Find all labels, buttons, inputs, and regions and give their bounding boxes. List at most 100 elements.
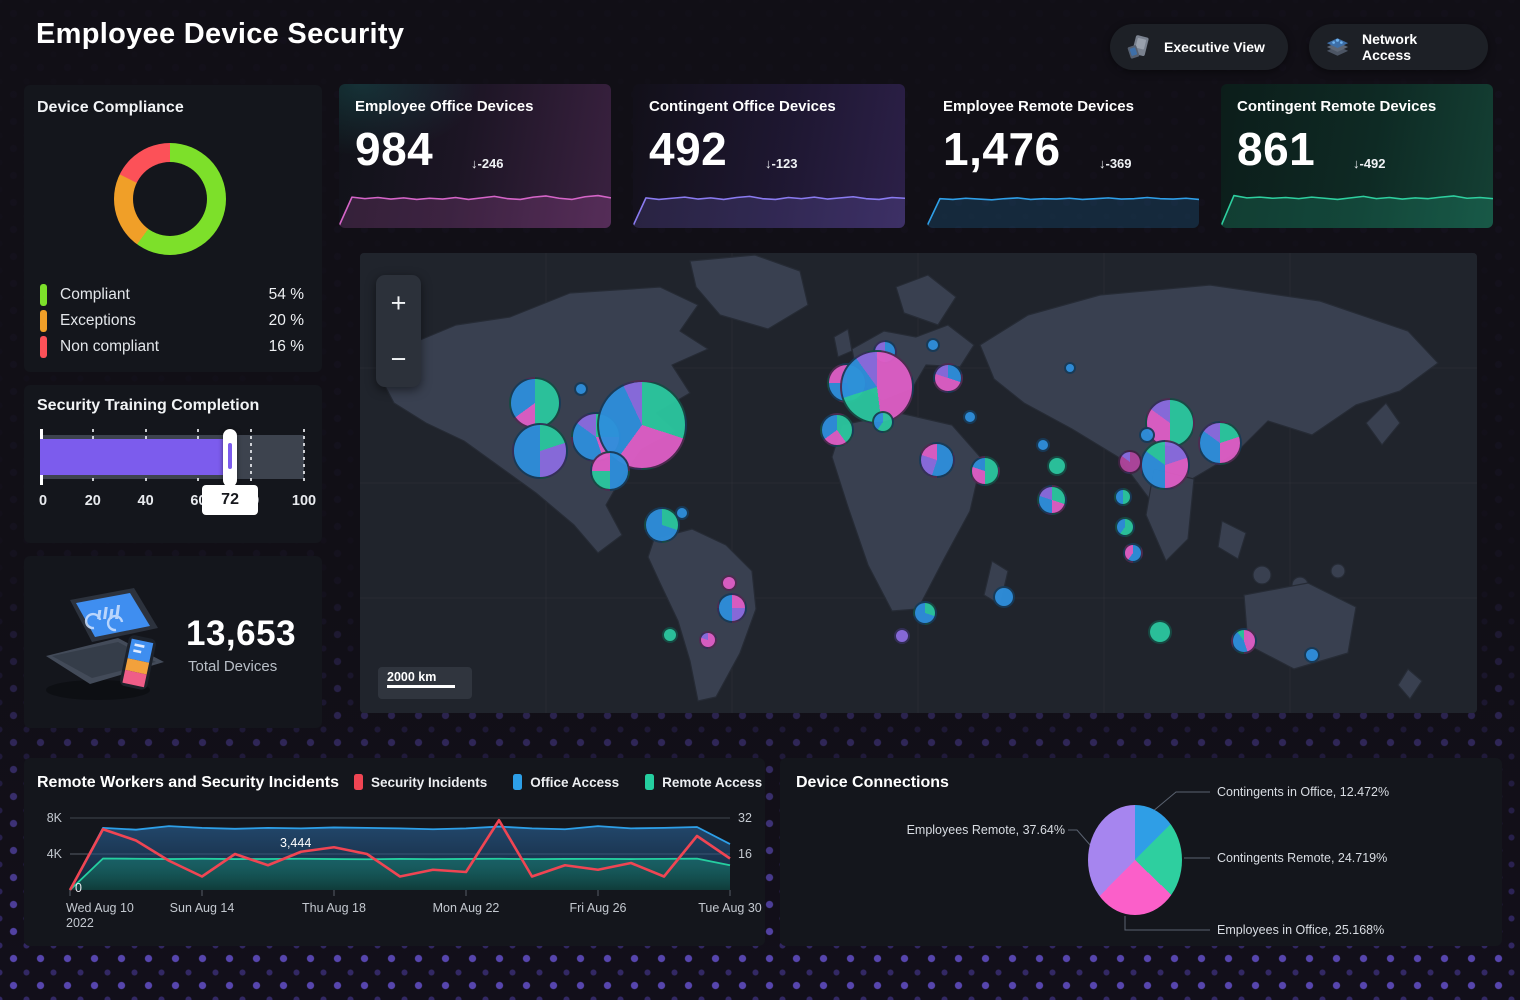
map-pie-marker[interactable] xyxy=(512,423,568,479)
kpi-delta: ↓-123 xyxy=(765,156,798,171)
legend-row-exceptions[interactable]: Exceptions 20 % xyxy=(40,309,304,333)
pie-label-employees-remote: Employees Remote, 37.64% xyxy=(885,823,1065,837)
xtick-year: 2022 xyxy=(66,916,94,930)
world-map-panel: + − 2000 km xyxy=(360,253,1477,713)
kpi-value: 861 xyxy=(1237,122,1315,176)
devices-illustration-icon xyxy=(36,584,172,706)
kpi-sparkline xyxy=(1221,184,1493,228)
map-pie-marker[interactable] xyxy=(1140,440,1190,490)
exceptions-value: 20 % xyxy=(269,312,304,330)
remote-workers-panel: Remote Workers and Security Incidents Se… xyxy=(24,758,765,946)
ytick-4k: 4K xyxy=(47,847,63,861)
total-devices-panel: 13,653 Total Devices xyxy=(24,556,322,728)
map-markers-layer xyxy=(360,253,1477,713)
map-pie-marker[interactable] xyxy=(1036,438,1050,452)
executive-view-label: Executive View xyxy=(1164,39,1265,55)
map-pie-marker[interactable] xyxy=(970,456,1000,486)
legend-row-compliant[interactable]: Compliant 54 % xyxy=(40,283,304,307)
network-access-label: Network Access xyxy=(1362,31,1466,63)
map-pie-marker[interactable] xyxy=(1139,427,1155,443)
map-pie-marker[interactable] xyxy=(574,382,588,396)
slider-value-tooltip: 72 xyxy=(202,485,258,515)
pie-label-contingents-office: Contingents in Office, 12.472% xyxy=(1217,785,1389,799)
kpi-delta: ↓-369 xyxy=(1099,156,1132,171)
map-pie-marker[interactable] xyxy=(963,410,977,424)
map-pie-marker[interactable] xyxy=(662,627,678,643)
map-pie-marker[interactable] xyxy=(1231,628,1257,654)
kpi-delta: ↓-246 xyxy=(471,156,504,171)
xtick-label: Thu Aug 18 xyxy=(302,901,366,915)
map-zoom-out-button[interactable]: − xyxy=(376,331,421,387)
kpi-card-employee-remote: Employee Remote Devices 1,476 ↓-369 xyxy=(927,84,1199,228)
map-pie-marker[interactable] xyxy=(717,593,747,623)
kpi-card-employee-office: Employee Office Devices 984 ↓-246 xyxy=(339,84,611,228)
map-pie-marker[interactable] xyxy=(913,601,937,625)
kpi-title: Employee Office Devices xyxy=(355,98,533,115)
map-pie-marker[interactable] xyxy=(919,442,955,478)
map-pie-marker[interactable] xyxy=(1123,543,1143,563)
executive-view-icon xyxy=(1124,32,1154,62)
slider-label-20: 20 xyxy=(85,493,101,509)
security-training-slider: 02040608010072 xyxy=(40,429,304,515)
map-pie-marker[interactable] xyxy=(820,413,854,447)
map-pie-marker[interactable] xyxy=(872,411,894,433)
kpi-title: Contingent Remote Devices xyxy=(1237,98,1436,115)
map-pie-marker[interactable] xyxy=(993,586,1015,608)
map-pie-marker[interactable] xyxy=(926,338,940,352)
kpi-title: Contingent Office Devices xyxy=(649,98,836,115)
map-pie-marker[interactable] xyxy=(721,575,737,591)
page-title: Employee Device Security xyxy=(36,18,404,51)
total-devices-label: Total Devices xyxy=(188,658,277,675)
ytick-32: 32 xyxy=(738,811,752,825)
network-access-icon xyxy=(1323,32,1352,62)
map-pie-marker[interactable] xyxy=(1064,362,1076,374)
map-pie-marker[interactable] xyxy=(1148,620,1172,644)
xtick-label: Fri Aug 26 xyxy=(570,901,627,915)
kpi-card-contingent-remote: Contingent Remote Devices 861 ↓-492 xyxy=(1221,84,1493,228)
map-scale-bar xyxy=(387,685,455,688)
map-pie-marker[interactable] xyxy=(675,506,689,520)
slider-label-0: 0 xyxy=(39,493,47,509)
non-compliant-swatch xyxy=(40,336,47,358)
map-pie-marker[interactable] xyxy=(1198,421,1242,465)
xtick-label: Tue Aug 30 xyxy=(698,901,762,915)
compliant-label: Compliant xyxy=(60,286,130,304)
kpi-title: Employee Remote Devices xyxy=(943,98,1134,115)
map-pie-marker[interactable] xyxy=(894,628,910,644)
map-pie-marker[interactable] xyxy=(1118,450,1142,474)
map-zoom-control: + − xyxy=(376,275,421,387)
map-pie-marker[interactable] xyxy=(1114,488,1132,506)
slider-label-100: 100 xyxy=(292,493,316,509)
security-training-panel: Security Training Completion 02040608010… xyxy=(24,385,322,543)
legend-row-non-compliant[interactable]: Non compliant 16 % xyxy=(40,335,304,359)
compliant-swatch xyxy=(40,284,47,306)
map-scale-label: 2000 km xyxy=(387,670,472,684)
exceptions-label: Exceptions xyxy=(60,312,136,330)
map-pie-marker[interactable] xyxy=(509,377,561,429)
map-pie-marker[interactable] xyxy=(1115,517,1135,537)
security-training-title: Security Training Completion xyxy=(37,397,259,415)
non-compliant-label: Non compliant xyxy=(60,338,159,356)
slider-fill xyxy=(40,439,230,475)
device-compliance-title: Device Compliance xyxy=(37,99,184,117)
ytick-16: 16 xyxy=(738,847,752,861)
pie-label-contingents-remote: Contingents Remote, 24.719% xyxy=(1217,851,1387,865)
compliant-value: 54 % xyxy=(269,286,304,304)
map-zoom-in-button[interactable]: + xyxy=(376,275,421,331)
map-pie-marker[interactable] xyxy=(933,363,963,393)
map-pie-marker[interactable] xyxy=(590,451,630,491)
network-access-button[interactable]: Network Access xyxy=(1309,24,1488,70)
executive-view-button[interactable]: Executive View xyxy=(1110,24,1288,70)
slider-handle[interactable] xyxy=(223,429,237,487)
remote-workers-chart: 8K4K03216Wed Aug 102022Sun Aug 14Thu Aug… xyxy=(24,758,765,946)
map-pie-marker[interactable] xyxy=(1047,456,1067,476)
xtick-label: Sun Aug 14 xyxy=(170,901,235,915)
kpi-sparkline xyxy=(633,184,905,228)
map-pie-marker[interactable] xyxy=(1304,647,1320,663)
map-pie-marker[interactable] xyxy=(699,631,717,649)
kpi-value: 1,476 xyxy=(943,122,1061,176)
exceptions-swatch xyxy=(40,310,47,332)
device-connections-pie-chart[interactable] xyxy=(1088,805,1182,915)
map-pie-marker[interactable] xyxy=(1037,485,1067,515)
slider-tick-100 xyxy=(303,429,305,485)
